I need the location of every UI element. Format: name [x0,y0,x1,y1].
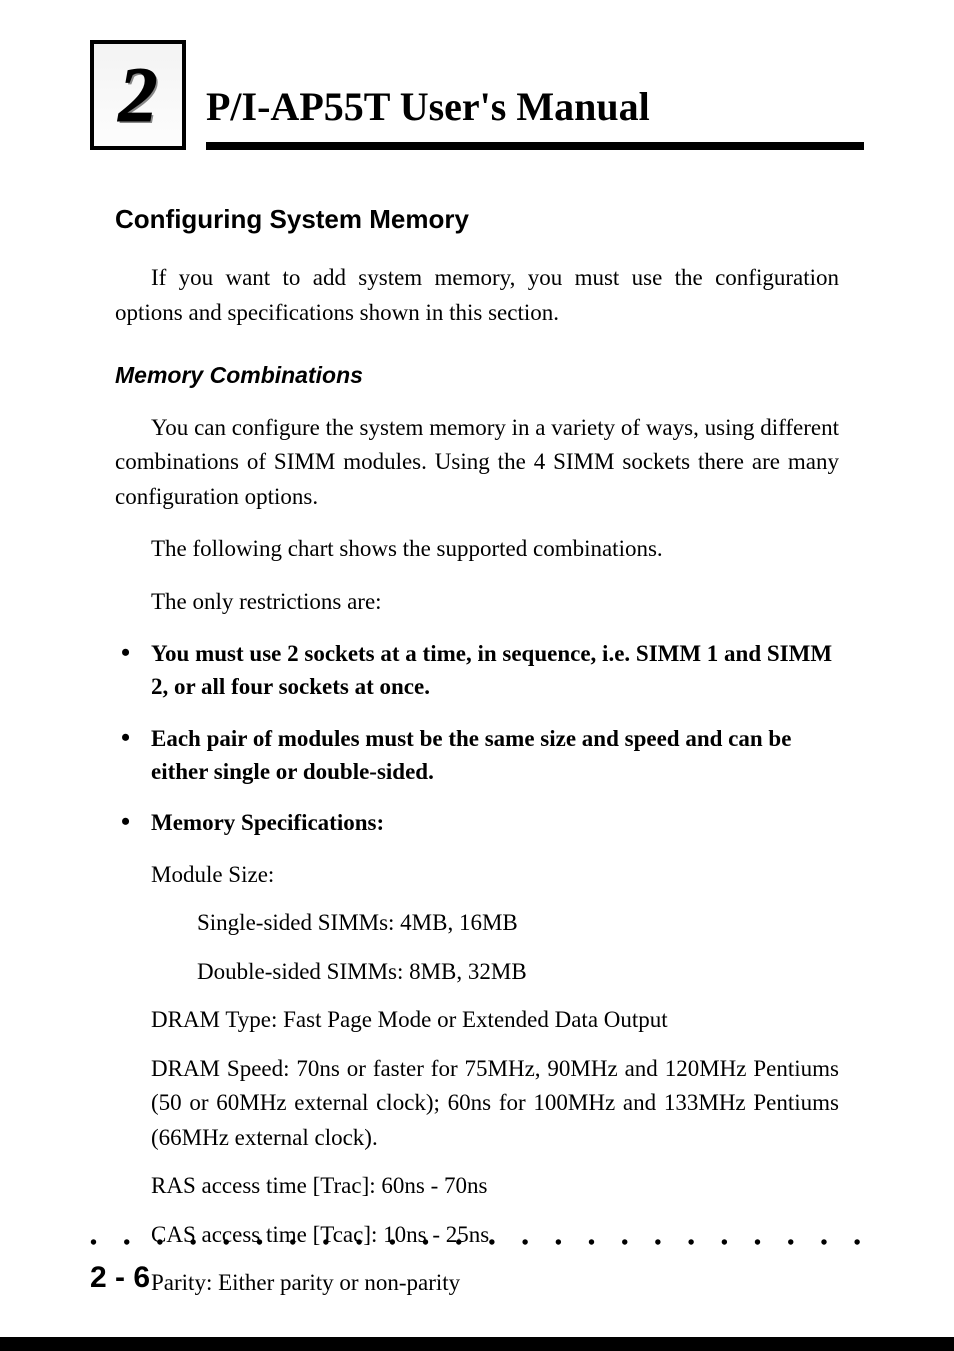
chapter-number: 2 [119,56,158,134]
paragraph-2: The following chart shows the supported … [115,532,839,567]
restriction-item-2: Each pair of modules must be the same si… [115,722,839,789]
intro-paragraph: If you want to add system memory, you mu… [115,261,839,330]
section-heading: Configuring System Memory [115,200,839,239]
chapter-number-box: 2 [90,40,186,150]
manual-page: 2 P/I-AP55T User's Manual Configuring Sy… [0,0,954,1351]
restriction-item-1: You must use 2 sockets at a time, in seq… [115,637,839,704]
restriction-item-3: Memory Specifications: [115,806,839,839]
single-sided-spec: Single-sided SIMMs: 4MB, 16MB [197,906,839,941]
paragraph-1: You can configure the system memory in a… [115,411,839,515]
footer-dots: • • • • • • • • • • • • • • • • • • • • … [90,1232,864,1255]
subsection-heading: Memory Combinations [115,358,839,393]
paragraph-3: The only restrictions are: [115,585,839,620]
document-title: P/I-AP55T User's Manual [206,83,864,138]
title-rule [206,142,864,150]
page-footer: • • • • • • • • • • • • • • • • • • • • … [90,1232,864,1295]
dram-type-spec: DRAM Type: Fast Page Mode or Extended Da… [151,1003,839,1038]
page-header: 2 P/I-AP55T User's Manual [90,40,864,150]
title-wrap: P/I-AP55T User's Manual [206,83,864,150]
module-size-label: Module Size: [151,858,839,893]
content-body: Configuring System Memory If you want to… [90,150,864,1301]
page-number: 2 - 6 [90,1261,864,1295]
ras-spec: RAS access time [Trac]: 60ns - 70ns [151,1169,839,1204]
double-sided-spec: Double-sided SIMMs: 8MB, 32MB [197,955,839,990]
bottom-bar [0,1337,954,1351]
restriction-list: You must use 2 sockets at a time, in seq… [115,637,839,840]
dram-speed-spec: DRAM Speed: 70ns or faster for 75MHz, 90… [151,1052,839,1156]
